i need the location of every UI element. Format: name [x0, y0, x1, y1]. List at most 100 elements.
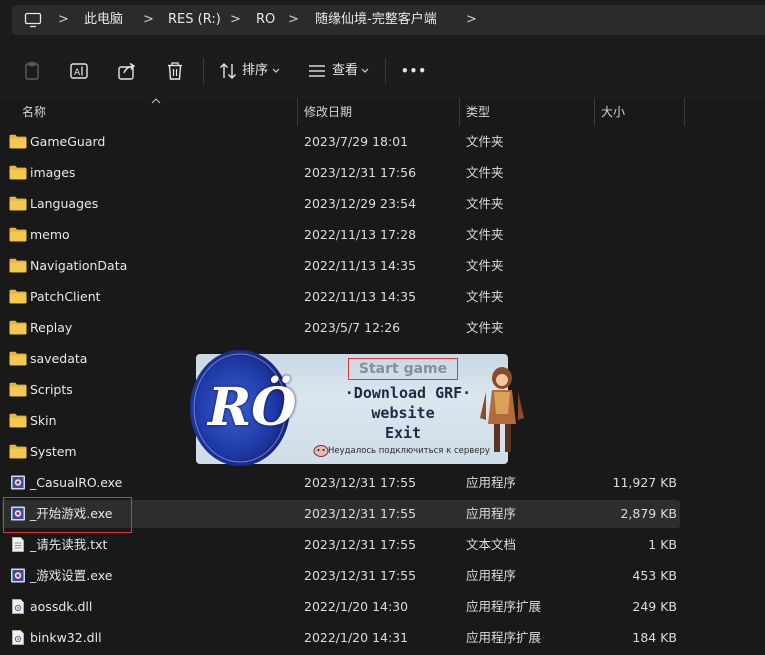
download-grf-button[interactable]: ·Download GRF· — [328, 384, 488, 402]
folder-row[interactable]: Languages 2023/12/29 23:54 文件夹 — [0, 188, 765, 219]
sort-icon — [220, 63, 236, 79]
chevron-down-icon — [361, 68, 369, 73]
file-date: 2022/1/20 14:31 — [304, 630, 409, 645]
file-name: Replay — [30, 320, 73, 335]
file-name: GameGuard — [30, 134, 106, 149]
file-name: images — [30, 165, 76, 180]
folder-row[interactable]: memo 2022/11/13 17:28 文件夹 — [0, 219, 765, 250]
chevron-down-icon — [272, 68, 280, 73]
file-row[interactable]: _请先读我.txt 2023/12/31 17:55 文本文档 1 KB — [0, 529, 765, 560]
file-date: 2023/7/29 18:01 — [304, 134, 409, 149]
file-date: 2022/1/20 14:30 — [304, 599, 409, 614]
file-size: 1 KB — [648, 537, 677, 552]
file-date: 2023/5/7 12:26 — [304, 320, 401, 335]
file-type: 应用程序 — [466, 475, 517, 490]
column-date[interactable]: 修改日期 — [304, 104, 352, 120]
file-name: savedata — [30, 351, 88, 366]
file-type: 应用程序扩展 — [466, 630, 542, 645]
column-divider[interactable] — [594, 98, 595, 126]
file-size: 249 KB — [632, 599, 677, 614]
toolbar-divider — [385, 58, 386, 84]
website-button[interactable]: website — [328, 404, 478, 422]
breadcrumb-current-folder[interactable]: 随缘仙境-完整客户端 — [315, 10, 437, 30]
file-type: 文件夹 — [466, 258, 504, 273]
column-type[interactable]: 类型 — [466, 104, 490, 120]
file-type: 文件夹 — [466, 165, 504, 180]
share-icon[interactable] — [116, 60, 138, 82]
launcher-window[interactable]: RÖ Start game ·Download GRF· website Exi… — [188, 346, 533, 468]
file-name: aossdk.dll — [30, 599, 93, 614]
view-label: 查看 — [332, 63, 359, 78]
start-game-button[interactable]: Start game — [348, 358, 458, 380]
exit-button[interactable]: Exit — [328, 424, 478, 442]
folder-icon — [9, 444, 27, 459]
connection-status-text: Неудалось подключиться к серверу — [328, 446, 490, 456]
breadcrumb-ro[interactable]: RO — [256, 10, 275, 30]
breadcrumb[interactable]: > 此电脑 > RES (R:) > RO > 随缘仙境-完整客户端 > — [12, 5, 765, 35]
folder-row[interactable]: Replay 2023/5/7 12:26 文件夹 — [0, 312, 765, 343]
column-divider[interactable] — [684, 98, 685, 126]
column-name[interactable]: 名称 — [22, 104, 46, 120]
column-divider[interactable] — [459, 98, 460, 126]
file-name: _CasualRO.exe — [30, 475, 123, 490]
sort-label: 排序 — [242, 63, 269, 78]
breadcrumb-drive[interactable]: RES (R:) — [168, 10, 221, 30]
sort-ascending-icon — [151, 98, 161, 104]
file-type: 文件夹 — [466, 196, 504, 211]
folder-row[interactable]: images 2023/12/31 17:56 文件夹 — [0, 157, 765, 188]
column-divider[interactable] — [297, 98, 298, 126]
folder-icon — [9, 289, 27, 304]
column-header-row: 名称 修改日期 类型 大小 — [0, 98, 765, 126]
file-name: System — [30, 444, 77, 459]
folder-row[interactable]: GameGuard 2023/7/29 18:01 文件夹 — [0, 126, 765, 157]
file-type: 文本文档 — [466, 537, 517, 552]
folder-icon — [9, 413, 27, 428]
file-name: _请先读我.txt — [30, 537, 108, 552]
file-type: 文件夹 — [466, 320, 504, 335]
more-options-button[interactable]: ••• — [401, 62, 427, 80]
column-size[interactable]: 大小 — [601, 104, 625, 120]
file-type: 文件夹 — [466, 134, 504, 149]
command-bar: A 排序 查看 ••• — [0, 42, 765, 99]
txt-icon — [12, 537, 24, 552]
folder-icon — [9, 196, 27, 211]
computer-icon[interactable] — [24, 12, 42, 28]
paste-icon[interactable] — [21, 60, 43, 82]
file-date: 2022/11/13 14:35 — [304, 258, 417, 273]
file-type: 文件夹 — [466, 227, 504, 242]
file-date: 2022/11/13 14:35 — [304, 289, 417, 304]
dll-icon — [12, 630, 24, 645]
chevron-right-icon[interactable]: > — [230, 10, 241, 30]
file-date: 2023/12/31 17:55 — [304, 568, 417, 583]
file-row[interactable]: binkw32.dll 2022/1/20 14:31 应用程序扩展 184 KB — [0, 622, 765, 653]
folder-row[interactable]: NavigationData 2022/11/13 14:35 文件夹 — [0, 250, 765, 281]
rename-icon[interactable]: A — [68, 60, 90, 82]
breadcrumb-this-pc[interactable]: 此电脑 — [84, 10, 123, 30]
file-size: 11,927 KB — [612, 475, 677, 490]
file-type: 应用程序 — [466, 506, 517, 521]
file-size: 184 KB — [632, 630, 677, 645]
file-date: 2023/12/29 23:54 — [304, 196, 417, 211]
logo-text: RÖ — [208, 377, 297, 438]
folder-row[interactable]: PatchClient 2022/11/13 14:35 文件夹 — [0, 281, 765, 312]
view-list-icon — [309, 65, 325, 77]
chevron-right-icon[interactable]: > — [143, 10, 154, 30]
file-name: PatchClient — [30, 289, 101, 304]
file-name: _游戏设置.exe — [30, 568, 113, 583]
file-row[interactable]: _游戏设置.exe 2023/12/31 17:55 应用程序 453 KB — [0, 560, 765, 591]
file-name: binkw32.dll — [30, 630, 102, 645]
file-type: 文件夹 — [466, 289, 504, 304]
file-name: Scripts — [30, 382, 73, 397]
chevron-right-icon[interactable]: > — [288, 10, 299, 30]
file-row[interactable]: _CasualRO.exe 2023/12/31 17:55 应用程序 11,927 … — [0, 467, 765, 498]
file-date: 2023/12/31 17:55 — [304, 475, 417, 490]
chevron-right-icon[interactable]: > — [58, 10, 69, 30]
folder-icon — [9, 258, 27, 273]
svg-text:A: A — [74, 68, 81, 78]
toolbar-divider — [203, 58, 204, 84]
file-row[interactable]: aossdk.dll 2022/1/20 14:30 应用程序扩展 249 KB — [0, 591, 765, 622]
delete-icon[interactable] — [164, 60, 186, 82]
dll-icon — [12, 599, 24, 614]
chevron-right-icon[interactable]: > — [466, 10, 477, 30]
annotation-box — [3, 497, 132, 533]
